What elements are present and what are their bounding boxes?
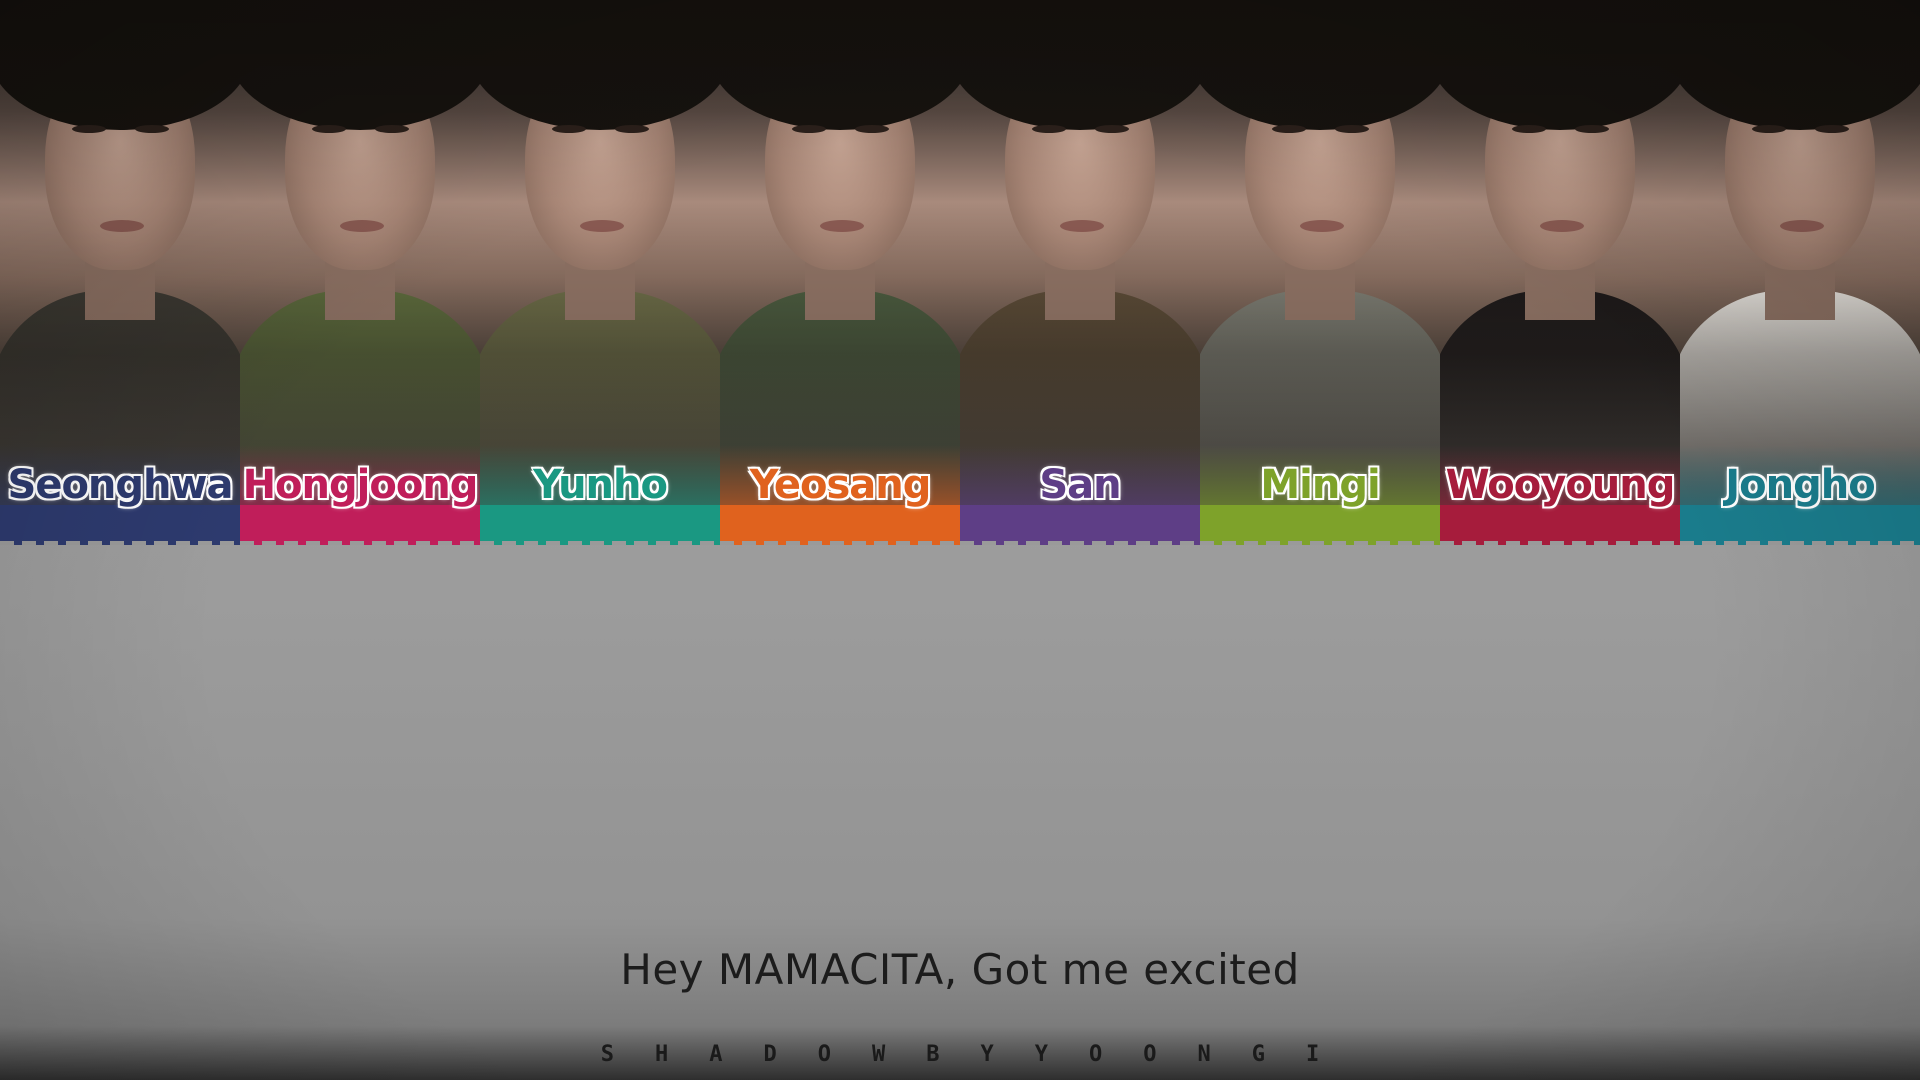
lyric-subtitle: Hey MAMACITA, Got me excited <box>620 945 1300 994</box>
member-photo <box>1680 0 1920 530</box>
member-photo <box>1440 0 1680 530</box>
member-photo <box>480 0 720 530</box>
member-color-band <box>1680 505 1920 545</box>
member-panel-seonghwa: Seonghwa <box>0 0 240 545</box>
member-panel-wooyoung: Wooyoung <box>1440 0 1680 545</box>
video-frame: Seonghwa Hongjoong Yunho Yeosang San Min… <box>0 0 1920 1080</box>
member-panel-mingi: Mingi <box>1200 0 1440 545</box>
credit-watermark: SHADOWBYYOONGI <box>600 1042 1361 1067</box>
member-panel-yunho: Yunho <box>480 0 720 545</box>
member-color-band <box>240 505 480 545</box>
member-color-band <box>1200 505 1440 545</box>
member-photo <box>960 0 1200 530</box>
member-color-band <box>480 505 720 545</box>
member-name-label: Yeosang <box>749 461 933 509</box>
member-name-label: Hongjoong <box>242 461 480 509</box>
member-name-label: Mingi <box>1259 461 1381 509</box>
member-photo <box>0 0 240 530</box>
member-name-label: Yunho <box>532 461 669 509</box>
member-color-band <box>1440 505 1680 545</box>
member-color-band <box>0 505 240 545</box>
member-panel-san: San <box>960 0 1200 545</box>
member-name-label: Jongho <box>1724 461 1876 509</box>
member-photo <box>240 0 480 530</box>
member-photo <box>1200 0 1440 530</box>
member-panel-yeosang: Yeosang <box>720 0 960 545</box>
member-color-band <box>960 505 1200 545</box>
member-color-band <box>720 505 960 545</box>
member-name-label: San <box>1038 461 1122 509</box>
member-photo <box>720 0 960 530</box>
member-panel-jongho: Jongho <box>1680 0 1920 545</box>
member-panel-hongjoong: Hongjoong <box>240 0 480 545</box>
member-strip: Seonghwa Hongjoong Yunho Yeosang San Min… <box>0 0 1920 545</box>
member-name-label: Wooyoung <box>1445 461 1677 509</box>
member-name-label: Seonghwa <box>7 461 235 509</box>
